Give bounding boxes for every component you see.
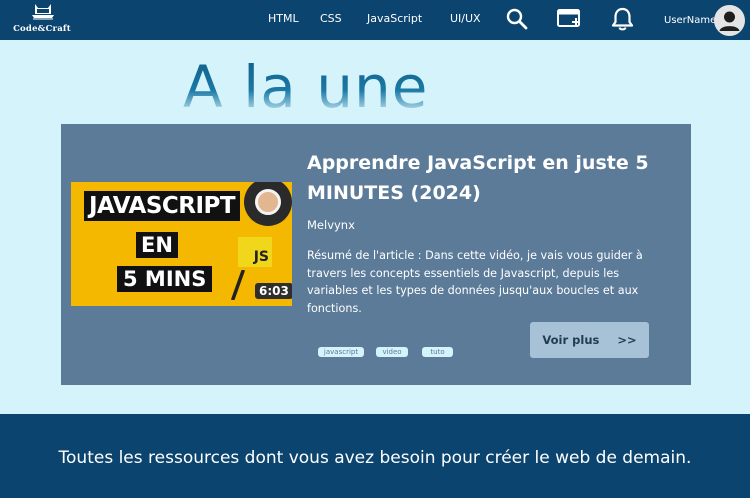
footer-banner: Toutes les ressources dont vous avez bes… xyxy=(0,414,750,498)
footer-tagline: Toutes les ressources dont vous avez bes… xyxy=(58,448,692,468)
article-title[interactable]: Apprendre JavaScript en juste 5 MINUTES … xyxy=(307,148,667,208)
coffee-cup-icon xyxy=(244,182,292,226)
pen-icon xyxy=(231,270,245,300)
nav-link-javascript[interactable]: JavaScript xyxy=(367,12,422,25)
js-logo-badge: JS xyxy=(238,237,272,267)
avatar[interactable] xyxy=(714,5,745,36)
article-thumbnail[interactable]: JAVASCRIPT EN 5 MINS JS 6:03 xyxy=(71,182,292,306)
tag-tuto[interactable]: tuto xyxy=(422,347,453,357)
laptop-with-cat-ears-icon xyxy=(32,4,54,20)
brand-name: Code&Craft xyxy=(13,24,71,34)
username-label: UserName xyxy=(664,15,717,26)
nav-link-uiux[interactable]: UI/UX xyxy=(450,12,481,25)
brand-logo[interactable]: Code&Craft xyxy=(12,3,72,37)
tag-video[interactable]: video xyxy=(376,347,408,357)
video-duration: 6:03 xyxy=(255,283,292,299)
new-window-icon[interactable] xyxy=(557,9,582,31)
thumbnail-text-line2: EN xyxy=(136,232,178,258)
bell-icon[interactable] xyxy=(611,7,634,32)
tag-javascript[interactable]: javascript xyxy=(318,347,364,357)
thumbnail-text-line1: JAVASCRIPT xyxy=(84,191,241,221)
nav-link-css[interactable]: CSS xyxy=(320,12,342,25)
article-author: Melvynx xyxy=(307,218,355,232)
voir-plus-button[interactable]: Voir plus >> xyxy=(530,322,649,358)
double-chevron-right-icon: >> xyxy=(617,333,637,347)
search-icon[interactable] xyxy=(506,8,528,30)
navbar: Code&Craft HTML CSS JavaScript UI/UX Use… xyxy=(0,0,750,40)
user-avatar-icon xyxy=(719,11,740,31)
article-summary: Résumé de l'article : Dans cette vidéo, … xyxy=(307,249,643,315)
hero-title: A la une xyxy=(183,53,429,121)
nav-link-html[interactable]: HTML xyxy=(268,12,299,25)
voir-plus-label: Voir plus xyxy=(542,333,600,347)
thumbnail-text-line3: 5 MINS xyxy=(117,266,213,292)
